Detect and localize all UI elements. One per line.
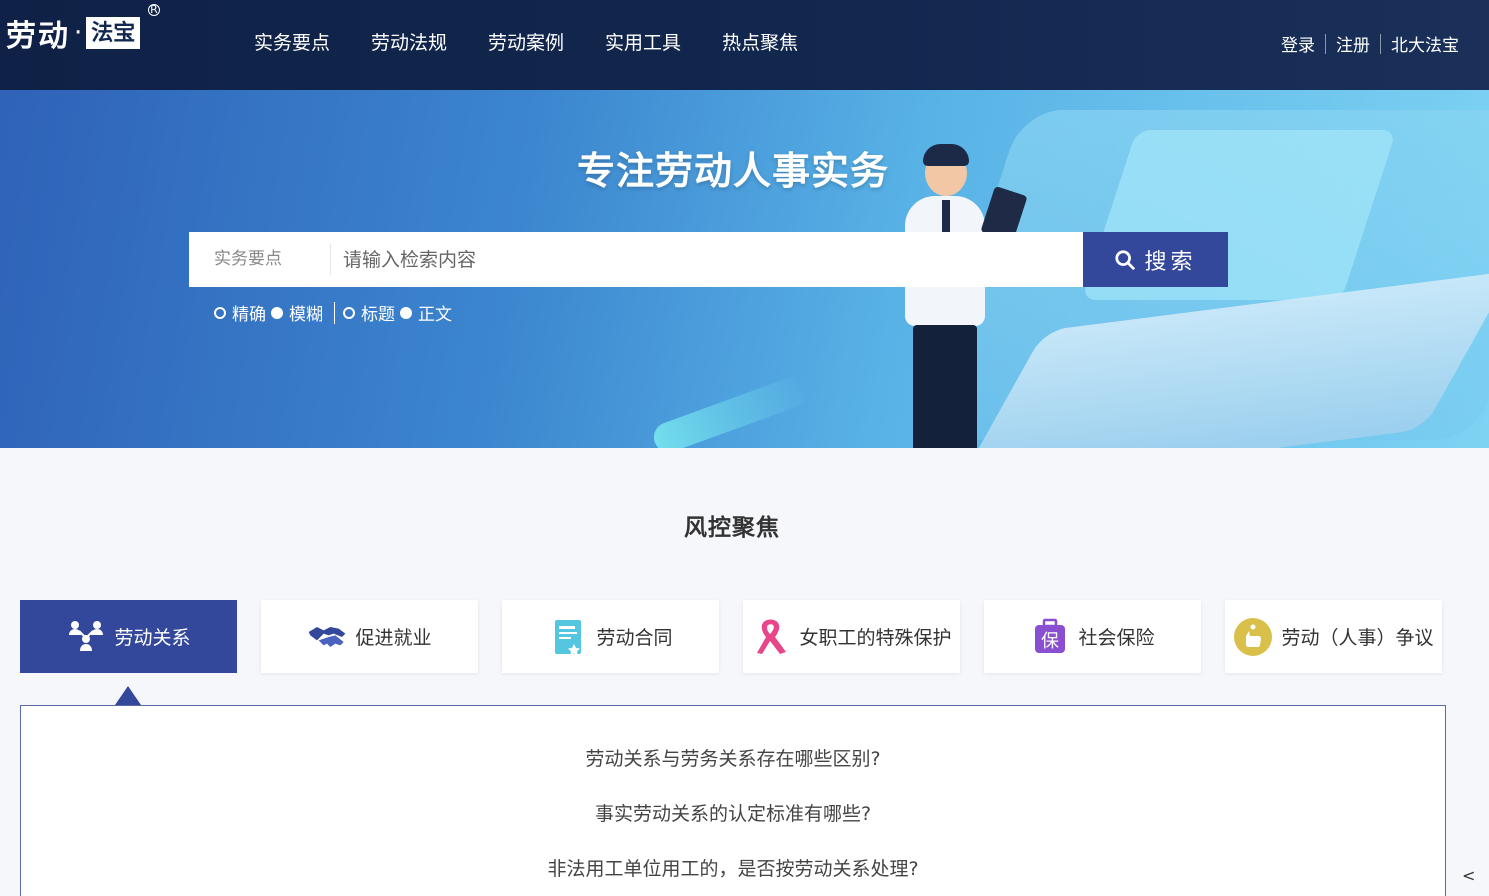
option-title[interactable]: 标题 <box>343 300 395 325</box>
divider <box>1380 33 1381 54</box>
question-panel: 劳动关系与劳务关系存在哪些区别? 事实劳动关系的认定标准有哪些? 非法用工单位用… <box>20 705 1446 896</box>
site-logo[interactable]: 劳动 · 法宝 <box>6 8 141 58</box>
tab-labor-dispute[interactable]: 劳动（人事）争议 <box>1225 600 1442 673</box>
login-link[interactable]: 登录 <box>1281 31 1315 56</box>
dispute-hand-icon <box>1233 617 1273 657</box>
radio-icon <box>343 306 355 319</box>
contract-doc-icon <box>548 617 588 657</box>
insurance-bag-icon: 保 <box>1030 617 1070 657</box>
search-options: 精确 模糊 标题 正文 <box>214 300 457 325</box>
tab-label: 劳动关系 <box>114 627 191 649</box>
search-icon <box>1115 249 1136 270</box>
svg-text:保: 保 <box>1041 631 1059 652</box>
search-button[interactable]: 搜索 <box>1083 232 1228 287</box>
active-tab-pointer <box>115 686 141 705</box>
question-link[interactable]: 非法用工单位用工的，是否按劳动关系处理? <box>21 842 1445 896</box>
topic-tabs: 劳动关系 促进就业 劳动合同 女职工的特殊保护 保 社会保险 劳动（人事）争议 <box>20 600 1442 673</box>
banner-title: 专注劳动人事实务 <box>576 149 889 193</box>
logo-dot: · <box>74 18 83 48</box>
radio-selected-icon <box>271 306 283 319</box>
search-input[interactable] <box>331 232 1083 287</box>
option-exact[interactable]: 精确 <box>214 300 266 325</box>
question-link[interactable]: 劳动关系与劳务关系存在哪些区别? <box>21 732 1445 787</box>
option-label: 模糊 <box>289 305 323 325</box>
nav-item-labor-cases[interactable]: 劳动案例 <box>488 28 564 55</box>
registered-mark-icon: R <box>148 4 160 16</box>
logo-box-text: 法宝 <box>86 17 141 49</box>
logo-text: 劳动 <box>6 19 70 54</box>
tab-label: 劳动（人事）争议 <box>1281 627 1434 649</box>
option-label: 正文 <box>418 305 452 325</box>
option-label: 标题 <box>361 305 395 325</box>
question-link[interactable]: 事实劳动关系的认定标准有哪些? <box>21 787 1445 842</box>
tab-social-insurance[interactable]: 保 社会保险 <box>984 600 1201 673</box>
search-bar: 实务要点 搜索 <box>189 232 1228 287</box>
tab-label: 社会保险 <box>1078 627 1155 649</box>
pkulaw-link[interactable]: 北大法宝 <box>1391 31 1459 56</box>
search-button-label: 搜索 <box>1144 249 1197 275</box>
tab-label: 女职工的特殊保护 <box>799 627 952 649</box>
divider <box>334 301 335 324</box>
pink-ribbon-icon <box>751 617 791 657</box>
tab-label: 促进就业 <box>355 627 432 649</box>
question-list: 劳动关系与劳务关系存在哪些区别? 事实劳动关系的认定标准有哪些? 非法用工单位用… <box>21 706 1445 896</box>
nav-item-tools[interactable]: 实用工具 <box>605 28 681 55</box>
nav-item-practice-points[interactable]: 实务要点 <box>254 28 330 55</box>
divider <box>1325 33 1326 54</box>
top-header: 劳动 · 法宝 R 实务要点 劳动法规 劳动案例 实用工具 热点聚焦 登录 注册… <box>0 0 1489 90</box>
people-network-icon <box>66 617 106 657</box>
user-links: 登录 注册 北大法宝 <box>1281 31 1459 56</box>
radio-selected-icon <box>400 306 412 319</box>
nav-item-hot-topics[interactable]: 热点聚焦 <box>722 28 798 55</box>
option-label: 精确 <box>232 305 266 325</box>
main-nav: 实务要点 劳动法规 劳动案例 实用工具 热点聚焦 <box>254 28 839 55</box>
banner-decoration <box>649 373 811 448</box>
register-link[interactable]: 注册 <box>1336 31 1370 56</box>
option-fulltext[interactable]: 正文 <box>400 300 452 325</box>
tab-labor-contract[interactable]: 劳动合同 <box>502 600 719 673</box>
section-title: 风控聚焦 <box>684 515 780 541</box>
tab-labor-relations[interactable]: 劳动关系 <box>20 600 237 673</box>
radio-icon <box>214 306 226 319</box>
handshake-icon <box>307 617 347 657</box>
hero-banner: 专注劳动人事实务 实务要点 搜索 精确 模糊 标题 正文 <box>0 90 1489 448</box>
tab-employment[interactable]: 促进就业 <box>261 600 478 673</box>
option-fuzzy[interactable]: 模糊 <box>271 300 323 325</box>
side-collapse-button[interactable]: < <box>1462 866 1475 885</box>
search-category-select[interactable]: 实务要点 <box>189 244 331 275</box>
tab-label: 劳动合同 <box>596 627 673 649</box>
nav-item-labor-laws[interactable]: 劳动法规 <box>371 28 447 55</box>
tab-female-workers[interactable]: 女职工的特殊保护 <box>743 600 960 673</box>
